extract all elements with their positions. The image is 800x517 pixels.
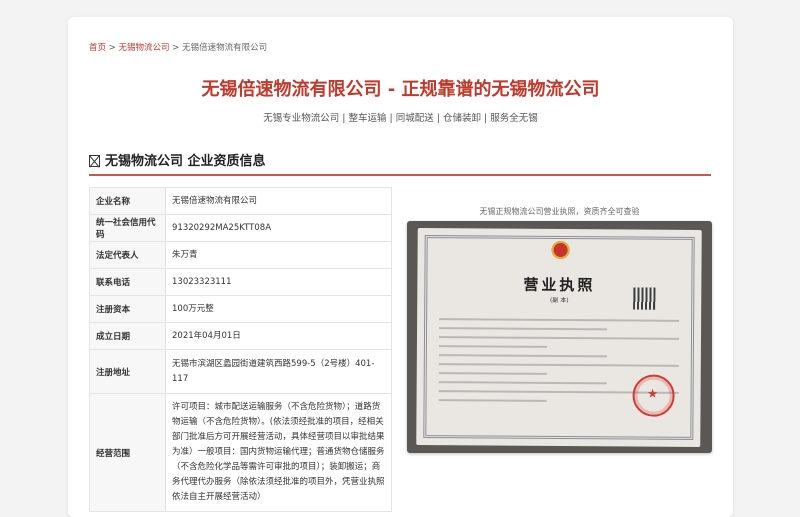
content-card: 首页 > 无锡物流公司 > 无锡倍速物流有限公司 无锡倍速物流有限公司 - 正规… [68,17,733,517]
license-text-line [438,372,547,375]
info-key: 联系电话 [89,268,166,296]
info-key: 注册资本 [89,295,166,323]
page-title: 无锡倍速物流有限公司 - 正规靠谱的无锡物流公司 [201,79,600,100]
red-seal-icon [632,374,675,417]
section-divider [89,174,711,176]
breadcrumb-separator: > [169,43,183,53]
section-heading-text: 无锡物流公司 企业资质信息 [105,154,266,169]
table-row: 统一社会信用代码 91320292MA25KTT08A [89,214,392,242]
breadcrumb: 首页 > 无锡物流公司 > 无锡倍速物流有限公司 [89,41,267,53]
table-row: 法定代表人 朱万青 [89,241,392,269]
info-value: 无锡市滨湖区蠡园街道建筑西路599-5（2号楼）401-117 [165,349,392,394]
info-value: 2021年04月01日 [165,322,392,350]
info-value: 许可项目：城市配送运输服务（不含危险货物）；道路货物运输（不含危险货物）。(依法… [165,393,392,512]
info-value: 朱万青 [165,241,392,269]
info-key: 成立日期 [89,322,166,350]
service-tagline: 无锡专业物流公司 | 整车运输 | 同城配送 | 仓储装卸 | 服务全无锡 [263,113,538,124]
license-text-line [439,318,680,322]
breadcrumb-home-link[interactable]: 首页 [89,43,106,53]
license-title: 营业执照 [523,275,596,295]
info-key: 统一社会信用代码 [89,214,166,242]
info-key: 经营范围 [89,393,166,512]
info-value: 100万元整 [165,295,392,323]
info-value: 91320292MA25KTT08A [165,214,392,242]
table-row: 注册地址 无锡市滨湖区蠡园街道建筑西路599-5（2号楼）401-117 [89,349,392,394]
company-info-table: 企业名称 无锡倍速物流有限公司 统一社会信用代码 91320292MA25KTT… [89,187,392,512]
breadcrumb-current: 无锡倍速物流有限公司 [182,43,268,53]
license-text-line [438,399,547,402]
info-key: 法定代表人 [89,241,166,269]
license-text-line [438,336,680,340]
info-key: 企业名称 [89,187,166,215]
table-row: 企业名称 无锡倍速物流有限公司 [89,187,392,215]
section-heading: 无锡物流公司 企业资质信息 [89,150,266,169]
info-value: 无锡倍速物流有限公司 [165,187,392,215]
table-row: 成立日期 2021年04月01日 [89,322,392,350]
breadcrumb-separator: > [106,43,119,53]
info-value: 13023323111 [165,268,392,296]
info-key: 注册地址 [89,349,166,394]
license-caption: 无锡正规物流公司营业执照，资质齐全可查验 [479,207,640,216]
license-text-line [438,354,607,358]
checkbox-icon [89,155,100,167]
breadcrumb-category-link[interactable]: 无锡物流公司 [119,43,170,53]
table-row: 注册资本 100万元整 [89,295,392,323]
license-text-line [438,381,607,385]
table-row: 联系电话 13023323111 [89,268,392,296]
national-emblem-icon [551,240,570,260]
license-text-line [438,363,679,367]
table-row: 经营范围 许可项目：城市配送运输服务（不含危险货物）；道路货物运输（不含危险货物… [89,393,392,512]
license-text-line [438,345,547,348]
license-document: 营业执照 (副 本) [416,228,702,447]
business-license-photo[interactable]: 营业执照 (副 本) [407,221,712,453]
license-text-line [439,327,608,331]
